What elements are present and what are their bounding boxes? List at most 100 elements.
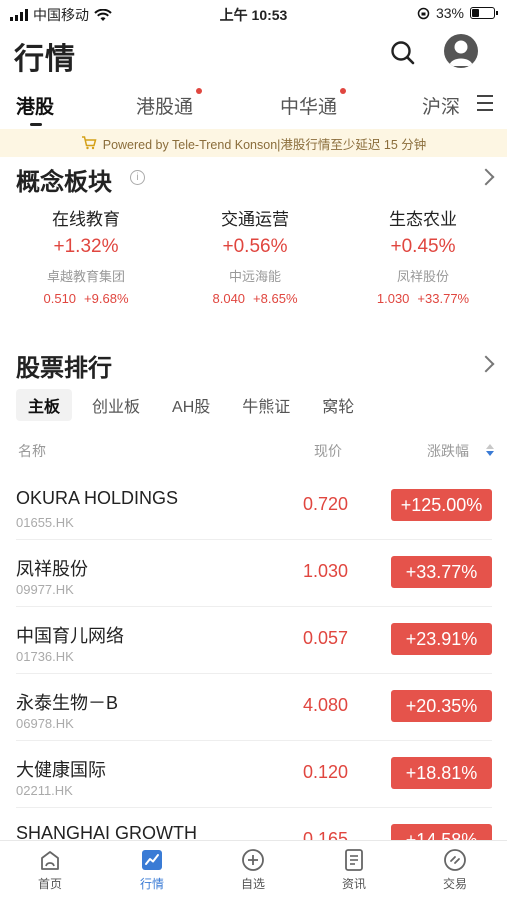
concept-name: 在线教育 (52, 210, 120, 229)
nav-label: 首页 (37, 877, 62, 891)
stock-code: 09977.HK (16, 582, 74, 597)
user-icon (449, 40, 473, 66)
sort-icon[interactable] (486, 444, 494, 456)
status-right: 33% (417, 5, 498, 21)
lead-stock-change: +8.65% (253, 291, 298, 306)
home-icon (41, 851, 59, 870)
cart-icon (81, 136, 97, 150)
concept-card[interactable]: 在线教育 +1.32% 卓越教育集团 0.510 +9.68% (6, 205, 166, 306)
news-icon (345, 849, 363, 871)
tab-label: 中华通 (280, 97, 338, 118)
tab-label: 港股通 (136, 97, 194, 118)
subtab-main-board[interactable]: 主板 (16, 389, 73, 421)
stock-name: 凤祥股份 (16, 559, 88, 579)
stock-price: 0.057 (302, 628, 348, 648)
nav-label: 行情 (139, 877, 164, 891)
stock-change-badge: +125.00% (391, 489, 492, 521)
market-tabs: 港股 港股通 中华通 沪深 (0, 86, 507, 126)
concept-section-title: 概念板块 (16, 169, 112, 196)
tab-hk-connect[interactable]: 港股通 (136, 88, 203, 119)
stock-price: 1.030 (302, 561, 348, 581)
stock-row[interactable]: OKURA HOLDINGS 01655.HK 0.720 +125.00% (16, 474, 492, 540)
subtab-ah[interactable]: AH股 (160, 389, 222, 421)
stock-change-badge: +20.35% (391, 690, 492, 722)
nav-watchlist[interactable]: 自选 (213, 847, 293, 892)
avatar[interactable] (444, 34, 478, 68)
concept-lead-stock: 凤祥股份 (396, 269, 449, 284)
tab-hk-stocks[interactable]: 港股 (16, 92, 54, 119)
orientation-lock-icon (417, 7, 430, 19)
concept-lead-stock: 中远海能 (228, 269, 281, 284)
nav-label: 自选 (240, 877, 265, 891)
tab-label: 港股 (16, 97, 55, 118)
banner-text: Powered by Tele-Trend Konson|港股行情至少延迟 15… (102, 137, 427, 152)
ranking-more-chevron-icon[interactable] (477, 355, 495, 373)
stock-name: 永泰生物－B (16, 693, 119, 713)
active-tab-indicator (30, 123, 42, 126)
market-chart-icon (142, 850, 162, 870)
status-bar: 中国移动 上午 10:53 33% (0, 0, 507, 26)
stock-change-badge: +33.77% (391, 556, 492, 588)
subtab-gem[interactable]: 创业板 (80, 389, 152, 421)
ranking-section-title: 股票排行 (16, 355, 112, 382)
delay-notice-banner: Powered by Tele-Trend Konson|港股行情至少延迟 15… (0, 129, 507, 157)
search-icon (391, 41, 415, 65)
menu-icon (477, 95, 493, 111)
concept-name: 生态农业 (389, 210, 457, 229)
header: 行情 (0, 28, 507, 78)
nav-home[interactable]: 首页 (10, 847, 90, 892)
stock-code: 02211.HK (16, 783, 73, 798)
concept-lead-values: 8.040 +8.65% (175, 291, 335, 306)
stock-code: 01736.HK (16, 649, 74, 664)
lead-stock-price: 1.030 (376, 291, 410, 306)
lead-stock-price: 8.040 (212, 291, 246, 306)
stock-change-badge: +18.81% (391, 757, 492, 789)
concept-name: 交通运营 (221, 210, 289, 229)
concept-change: +0.56% (222, 236, 288, 257)
subtab-warrants[interactable]: 窝轮 (310, 389, 366, 421)
board-subtabs: 主板 创业板 AH股 牛熊证 窝轮 (16, 389, 374, 421)
stock-name: 中国育儿网络 (16, 626, 124, 646)
nav-label: 资讯 (341, 877, 366, 891)
stock-price: 0.720 (302, 494, 348, 514)
info-icon[interactable]: i (130, 170, 145, 185)
add-watchlist-icon (242, 849, 264, 871)
stock-row[interactable]: 永泰生物－B 06978.HK 4.080 +20.35% (16, 675, 492, 741)
bottom-nav: 首页 行情 自选 资讯 交易 (0, 840, 507, 900)
concept-card[interactable]: 交通运营 +0.56% 中远海能 8.040 +8.65% (175, 205, 335, 306)
column-name: 名称 (18, 443, 46, 459)
concept-change: +1.32% (53, 236, 119, 257)
stock-row[interactable]: 中国育儿网络 01736.HK 0.057 +23.91% (16, 608, 492, 674)
nav-news[interactable]: 资讯 (314, 847, 394, 892)
notification-dot (340, 88, 347, 94)
trade-icon (444, 849, 466, 871)
lead-stock-change: +9.68% (84, 291, 129, 306)
page-title: 行情 (14, 43, 76, 76)
concept-change: +0.45% (390, 236, 456, 257)
concept-more-chevron-icon[interactable] (477, 168, 495, 186)
lead-stock-change: +33.77% (417, 291, 470, 306)
stock-price: 0.120 (302, 762, 348, 782)
concept-lead-stock: 卓越教育集团 (46, 269, 125, 284)
tab-shanghai-shenzhen[interactable]: 沪深 (422, 92, 460, 119)
battery-icon (470, 7, 498, 19)
nav-trade[interactable]: 交易 (415, 847, 495, 892)
stock-row[interactable]: 大健康国际 02211.HK 0.120 +18.81% (16, 742, 492, 808)
search-button[interactable] (388, 38, 418, 68)
stock-change-badge: +23.91% (391, 623, 492, 655)
stock-row[interactable]: 凤祥股份 09977.HK 1.030 +33.77% (16, 541, 492, 607)
tab-china-connect[interactable]: 中华通 (280, 88, 347, 119)
notification-dot (196, 88, 203, 94)
stock-code: 06978.HK (16, 716, 74, 731)
stock-name: OKURA HOLDINGS (16, 488, 179, 508)
concept-card[interactable]: 生态农业 +0.45% 凤祥股份 1.030 +33.77% (343, 205, 503, 306)
column-change-sort[interactable]: 涨跌幅 (427, 441, 469, 461)
subtab-cbbc[interactable]: 牛熊证 (230, 389, 302, 421)
nav-label: 交易 (442, 877, 467, 891)
battery-percent: 33% (435, 5, 464, 21)
tabs-menu-button[interactable] (477, 95, 493, 111)
lead-stock-price: 0.510 (43, 291, 77, 306)
nav-market[interactable]: 行情 (112, 847, 192, 892)
tab-label: 沪深 (422, 97, 461, 118)
concept-lead-values: 1.030 +33.77% (343, 291, 503, 306)
